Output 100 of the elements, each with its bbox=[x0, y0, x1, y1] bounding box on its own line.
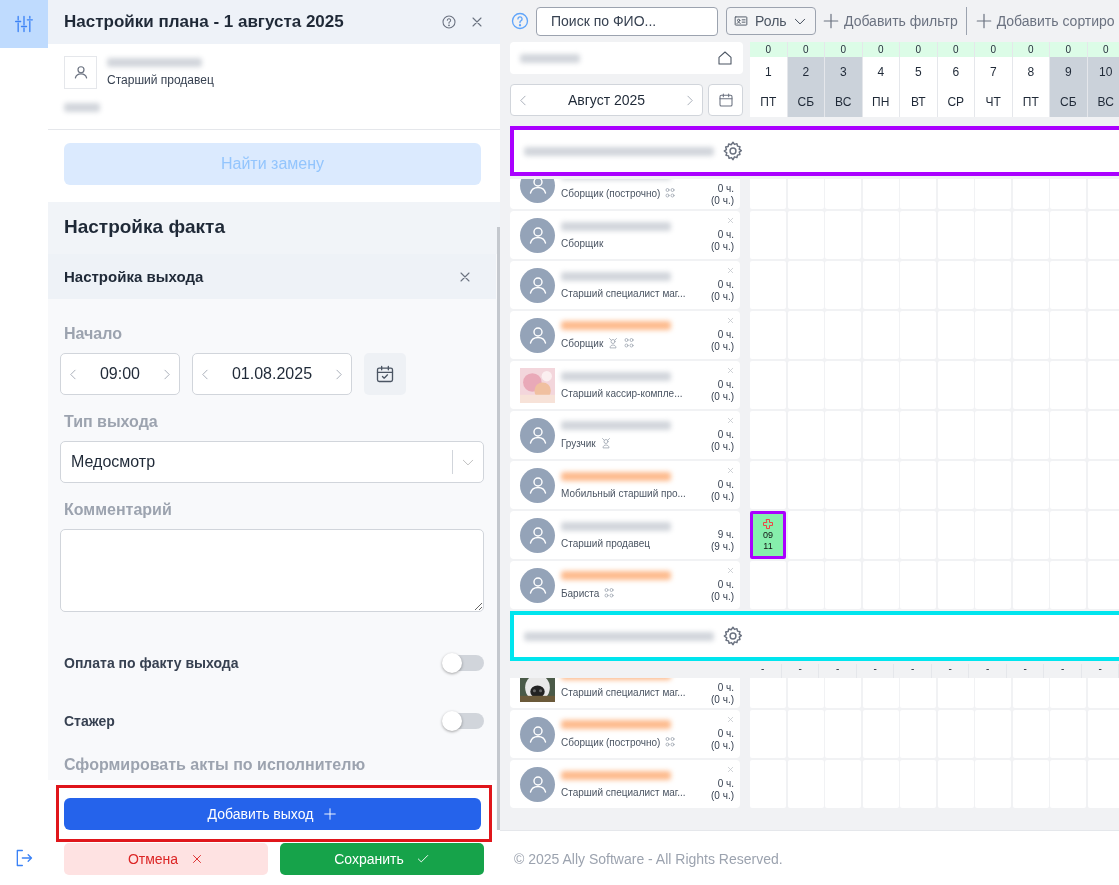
close-icon bbox=[726, 715, 735, 724]
store-selector[interactable] bbox=[510, 42, 743, 74]
remove-button[interactable] bbox=[726, 566, 735, 575]
day-number: 9 bbox=[1064, 65, 1072, 79]
day-number: 8 bbox=[1027, 65, 1035, 79]
section-title: Настройка факта bbox=[64, 216, 225, 238]
planned-hours: (0 ч.) bbox=[711, 693, 734, 705]
field-label: Начало bbox=[63, 325, 123, 344]
employee-role: Старший специалист маг... bbox=[561, 287, 686, 299]
employee-role: Сборщик bbox=[561, 237, 604, 249]
add-sort-button[interactable]: Добавить сортиро bbox=[974, 12, 1115, 30]
day-number: 10 bbox=[1099, 65, 1113, 79]
day-count: 0 bbox=[1087, 42, 1119, 57]
summary-value: - bbox=[1061, 663, 1065, 674]
employee-role: Старший специалист маг... bbox=[561, 686, 686, 698]
summary-value: - bbox=[873, 663, 877, 674]
employee-card[interactable]: Сборщик 0 ч. (0 ч.) bbox=[510, 311, 740, 359]
day-count: 0 bbox=[787, 42, 824, 57]
help-button[interactable] bbox=[510, 11, 530, 31]
planned-hours: (0 ч.) bbox=[711, 240, 734, 252]
employee-card[interactable]: Старший продавец 9 ч. (9 ч.) bbox=[510, 511, 740, 559]
field-label: Тип выхода bbox=[63, 413, 159, 432]
remove-button[interactable] bbox=[726, 216, 735, 225]
month-switcher[interactable]: Август 2025 bbox=[510, 84, 703, 116]
employee-role: Старший продавец bbox=[107, 72, 215, 87]
remove-button[interactable] bbox=[726, 316, 735, 325]
help-button[interactable] bbox=[440, 12, 458, 31]
remove-button[interactable] bbox=[726, 715, 735, 724]
employee-card[interactable]: Старший кассир-компле... 0 ч. (0 ч.) bbox=[510, 361, 740, 409]
summary-value: - bbox=[1023, 663, 1027, 674]
summary-value: - bbox=[836, 663, 840, 674]
calendar-button[interactable] bbox=[708, 84, 743, 116]
employee-card[interactable]: Грузчик 0 ч. (0 ч.) bbox=[510, 411, 740, 459]
time-stepper[interactable]: 09:00 bbox=[60, 353, 180, 396]
remove-button[interactable] bbox=[726, 466, 735, 475]
add-shift-button[interactable]: Добавить выход bbox=[64, 798, 481, 831]
employee-role: Мобильный старший про... bbox=[561, 487, 686, 499]
remove-button[interactable] bbox=[726, 266, 735, 275]
scrollbar[interactable] bbox=[497, 227, 500, 831]
toggle-switch[interactable] bbox=[443, 655, 484, 672]
hours-value: 0 ч. bbox=[717, 378, 734, 390]
day-number: 4 bbox=[877, 65, 885, 79]
cancel-button[interactable]: Отмена bbox=[64, 843, 268, 876]
planned-hours: (0 ч.) bbox=[711, 290, 734, 302]
planned-hours: (0 ч.) bbox=[711, 490, 734, 502]
close-icon bbox=[726, 316, 735, 325]
hours-value: 0 ч. bbox=[717, 328, 734, 340]
calendar-icon bbox=[717, 92, 734, 108]
remove-button[interactable] bbox=[726, 366, 735, 375]
day-count: 0 bbox=[1012, 42, 1049, 57]
plus-icon bbox=[822, 12, 840, 30]
redacted-text bbox=[64, 103, 100, 113]
date-stepper[interactable]: 01.08.2025 bbox=[192, 353, 352, 396]
shift-cell[interactable]: 09 11 bbox=[750, 511, 786, 559]
summary-value: - bbox=[911, 663, 915, 674]
comment-field[interactable] bbox=[60, 529, 484, 613]
settings-tab[interactable] bbox=[0, 0, 48, 48]
employee-card[interactable]: Бариста 0 ч. (0 ч.) bbox=[510, 561, 740, 609]
employee-role: Старший продавец bbox=[561, 537, 650, 549]
remove-button[interactable] bbox=[726, 416, 735, 425]
hours-value: 0 ч. bbox=[717, 578, 734, 590]
weekday: ВТ bbox=[911, 95, 926, 109]
day-count: 0 bbox=[750, 42, 787, 57]
summary-value: - bbox=[986, 663, 990, 674]
day-number: 7 bbox=[989, 65, 997, 79]
day-count: 0 bbox=[825, 42, 862, 57]
group-badge-icon bbox=[664, 187, 677, 199]
summary-value: - bbox=[1098, 663, 1102, 674]
type-select[interactable]: Медосмотр bbox=[60, 441, 484, 484]
employee-role: Бариста bbox=[561, 587, 600, 599]
close-icon bbox=[726, 266, 735, 275]
weekday: ВС bbox=[835, 95, 852, 109]
remove-button[interactable] bbox=[726, 765, 735, 774]
employee-card[interactable]: Сборщик (построчно) 0 ч. (0 ч.) bbox=[510, 710, 740, 758]
panel-title: Настройки плана - 1 августа 2025 bbox=[64, 11, 345, 32]
add-filter-button[interactable]: Добавить фильтр bbox=[822, 12, 958, 30]
employee-card[interactable]: Сборщик 0 ч. (0 ч.) bbox=[510, 211, 740, 259]
settings-icon bbox=[722, 140, 744, 162]
toggle-switch[interactable] bbox=[443, 713, 484, 730]
hours-value: 0 ч. bbox=[717, 228, 734, 240]
hours-value: 0 ч. bbox=[717, 777, 734, 789]
summary-value: - bbox=[761, 663, 765, 674]
employee-card[interactable]: Старший специалист маг... 0 ч. (0 ч.) bbox=[510, 261, 740, 309]
employee-card[interactable]: Старший специалист маг... 0 ч. (0 ч.) bbox=[510, 678, 740, 708]
planned-hours: (9 ч.) bbox=[711, 540, 734, 552]
plus-icon bbox=[974, 12, 993, 30]
employee-card[interactable]: Старший специалист маг... 0 ч. (0 ч.) bbox=[510, 760, 740, 808]
toggle-label: Оплата по факту выхода bbox=[64, 655, 239, 672]
plus-icon bbox=[323, 807, 338, 822]
employee-card[interactable]: Сборщик (построчно) 0 ч. (0 ч.) bbox=[510, 179, 740, 209]
close-icon bbox=[726, 566, 735, 575]
sliders-icon bbox=[14, 14, 34, 34]
employee-card[interactable]: Мобильный старший про... 0 ч. (0 ч.) bbox=[510, 461, 740, 509]
employee-role: Сборщик bbox=[561, 337, 604, 349]
day-cell[interactable] bbox=[787, 511, 824, 559]
role-filter-button[interactable]: Роль bbox=[726, 7, 816, 35]
calendar-icon bbox=[375, 364, 395, 385]
search-field[interactable]: Поиск по ФИО... bbox=[536, 6, 718, 36]
weekday: СБ bbox=[1059, 95, 1077, 109]
calendar-button[interactable] bbox=[364, 353, 406, 396]
